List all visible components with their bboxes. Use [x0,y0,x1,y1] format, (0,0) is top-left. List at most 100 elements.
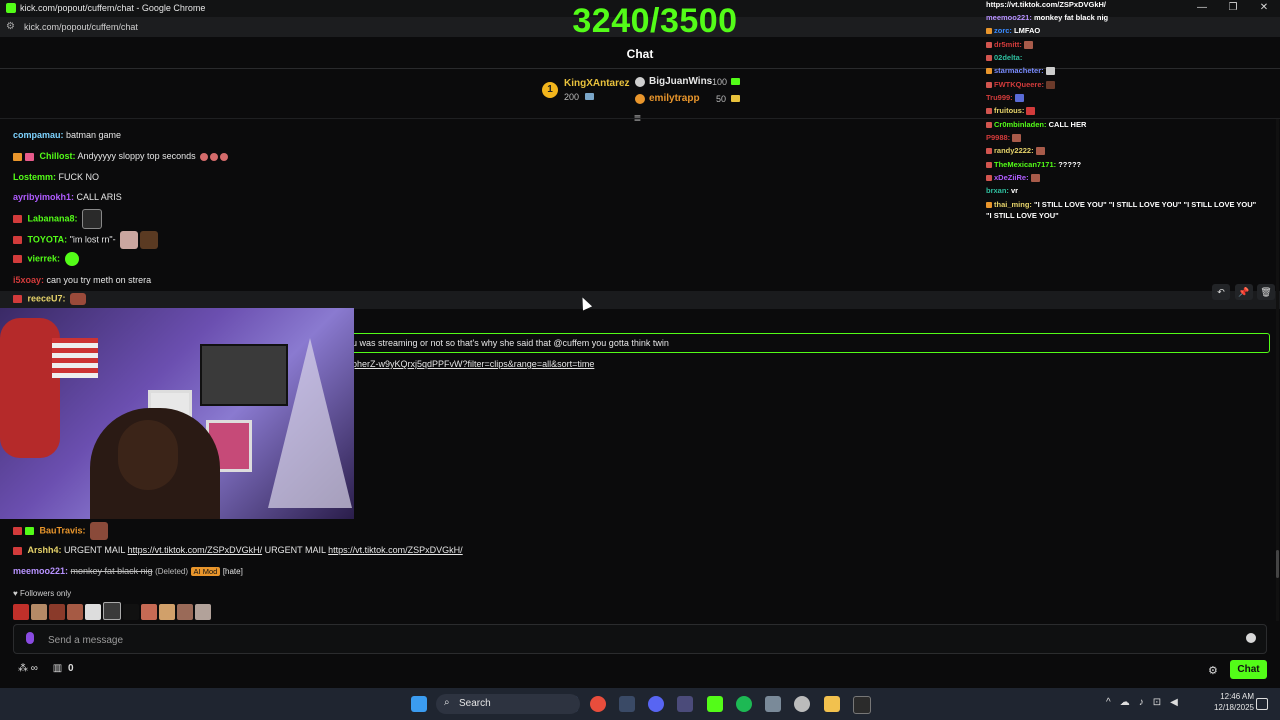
pin-button[interactable]: 📌 [1235,284,1253,300]
badge-icon [986,108,992,115]
gift-icon[interactable]: ▥ [53,663,62,674]
emote-icon[interactable] [49,604,65,620]
chat-footer-left: ⁂ ∞ ▥ 0 [18,663,74,674]
chat-message[interactable]: BauTravis: [13,522,109,540]
chrome-icon[interactable] [590,696,606,712]
chat-message[interactable]: Lostemm: FUCK NO [13,172,99,182]
windows-start-icon[interactable] [411,696,427,712]
steam-icon[interactable] [619,696,635,712]
overlay-user: fruitous: [994,106,1025,115]
chat-message[interactable]: vierrek: [13,252,79,266]
obs-icon[interactable] [677,696,693,712]
hate-tag: [hate] [222,567,243,576]
chat-username[interactable]: reeceU7: [28,293,66,303]
chat-text: batman game [66,130,122,140]
spotify-icon[interactable] [736,696,752,712]
gift-badge-icon [25,152,34,161]
chat-username[interactable]: compamau: [13,130,64,140]
clips-link[interactable]: pherZ-w9yKQrxj5qdPPFvW?filter=clips&rang… [352,359,594,369]
chat-message[interactable]: i5xoay: can you try meth on strera [13,275,151,285]
terminal-icon[interactable] [853,696,871,714]
message-input[interactable] [46,630,1230,650]
emote-icon[interactable] [13,604,29,620]
emote-icon[interactable] [159,604,175,620]
chat-username[interactable]: ayribyimokh1: [13,192,74,202]
points-icon[interactable]: ⁂ ∞ [18,663,38,674]
chat-username[interactable]: Arshh4: [28,545,62,555]
emote-icon [140,231,159,249]
chat-username[interactable]: Chillost: [40,151,76,161]
chat-message[interactable]: meemoo221: monkey fat black nig (Deleted… [13,566,243,576]
leaderboard-first-name[interactable]: KingXAntarez [564,78,630,89]
chat-username[interactable]: meemoo221: [13,566,68,576]
overlay-user: xDeZiiRe: [994,173,1029,182]
chat-message[interactable]: ayribyimokh1: CALL ARIS [13,192,122,202]
chat-username[interactable]: BauTravis: [40,525,86,535]
emoji-icon[interactable] [1246,633,1256,643]
emote-icon[interactable] [31,604,47,620]
chat-username[interactable]: Lostemm: [13,172,56,182]
deleted-text: monkey fat black nig [70,566,153,576]
subscriber-badge-icon [13,215,22,223]
emote-icon[interactable] [195,604,211,620]
hovered-message-row[interactable] [0,291,1280,309]
heart-icon: ♥ [13,589,18,598]
overlay-user: zorc: [994,26,1012,35]
chat-message[interactable]: compamau: batman game [13,130,121,140]
kick-app-icon[interactable] [707,696,723,712]
chat-message[interactable]: TOYOTA: "im lost rn"- [13,231,159,249]
maximize-button[interactable]: ❐ [1221,1,1245,15]
leaderboard-third-name[interactable]: emilytrapp [649,93,700,104]
emote-icon [1014,94,1024,103]
chat-message[interactable]: reeceU7: [13,293,87,305]
close-button[interactable]: ✕ [1252,1,1276,15]
minimize-button[interactable]: — [1190,1,1214,15]
leaderboard-second-name[interactable]: BigJuanWins [649,76,712,87]
notification-icon[interactable] [1256,698,1268,710]
github-icon[interactable] [794,696,810,712]
chat-message[interactable]: Arshh4: URGENT MAIL https://vt.tiktok.co… [13,545,463,555]
emote-icon [64,252,79,266]
url-text[interactable]: kick.com/popout/cuffem/chat [24,22,138,32]
settings-gear-icon[interactable]: ⚙ [1208,664,1218,677]
taskbar-search[interactable]: ⌕ Search [436,694,580,714]
leaderboard-first-value: 200 [564,92,580,102]
chat-title: Chat [626,47,654,61]
chat-username[interactable]: TOYOTA: [28,234,68,244]
gift-count: 0 [67,663,74,674]
chat-input-box[interactable] [13,624,1267,654]
clock[interactable]: 12:46 AM 12/18/2025 [1174,691,1254,713]
chat-username[interactable]: i5xoay: [13,275,44,285]
chat-link[interactable]: https://vt.tiktok.com/ZSPxDVGkH/ [328,545,463,555]
overlay-user: thai_ming: [994,200,1032,209]
delete-button[interactable]: 🗑 [1257,284,1275,300]
taskbar [0,688,1280,720]
overlay-user: P9988: [986,133,1011,142]
chat-username[interactable]: vierrek: [28,253,61,263]
emote-icon[interactable] [85,604,101,620]
emote-icon [1026,107,1036,116]
chat-link[interactable]: https://vt.tiktok.com/ZSPxDVGkH/ [128,545,263,555]
emote-icon[interactable] [123,604,139,620]
emote-icon[interactable] [177,604,193,620]
site-settings-icon[interactable]: ⚙ [6,21,15,32]
chat-message[interactable]: Chillost: Andyyyyy sloppy top seconds [13,151,229,161]
emote-icon[interactable] [103,602,121,620]
chat-message[interactable]: Labanana8: [13,209,103,229]
chat-username[interactable]: Labanana8: [28,213,78,223]
emote-icon[interactable] [67,604,83,620]
bronze-medal-icon [635,94,645,104]
settings-icon[interactable] [765,696,781,712]
gift-icon [585,93,594,100]
emote-icon[interactable] [141,604,157,620]
chat-send-button[interactable]: Chat [1230,660,1267,679]
chat-text: URGENT MAIL [64,545,126,555]
scrollbar-track[interactable] [1276,119,1279,621]
discord-icon[interactable] [648,696,664,712]
scrollbar-thumb[interactable] [1276,550,1279,578]
reply-button[interactable]: ↶ [1212,284,1230,300]
file-explorer-icon[interactable] [824,696,840,712]
followers-only-notice: ♥ Followers only [13,589,71,598]
mic-icon[interactable] [26,632,34,644]
subscriber-badge-icon [13,546,22,555]
